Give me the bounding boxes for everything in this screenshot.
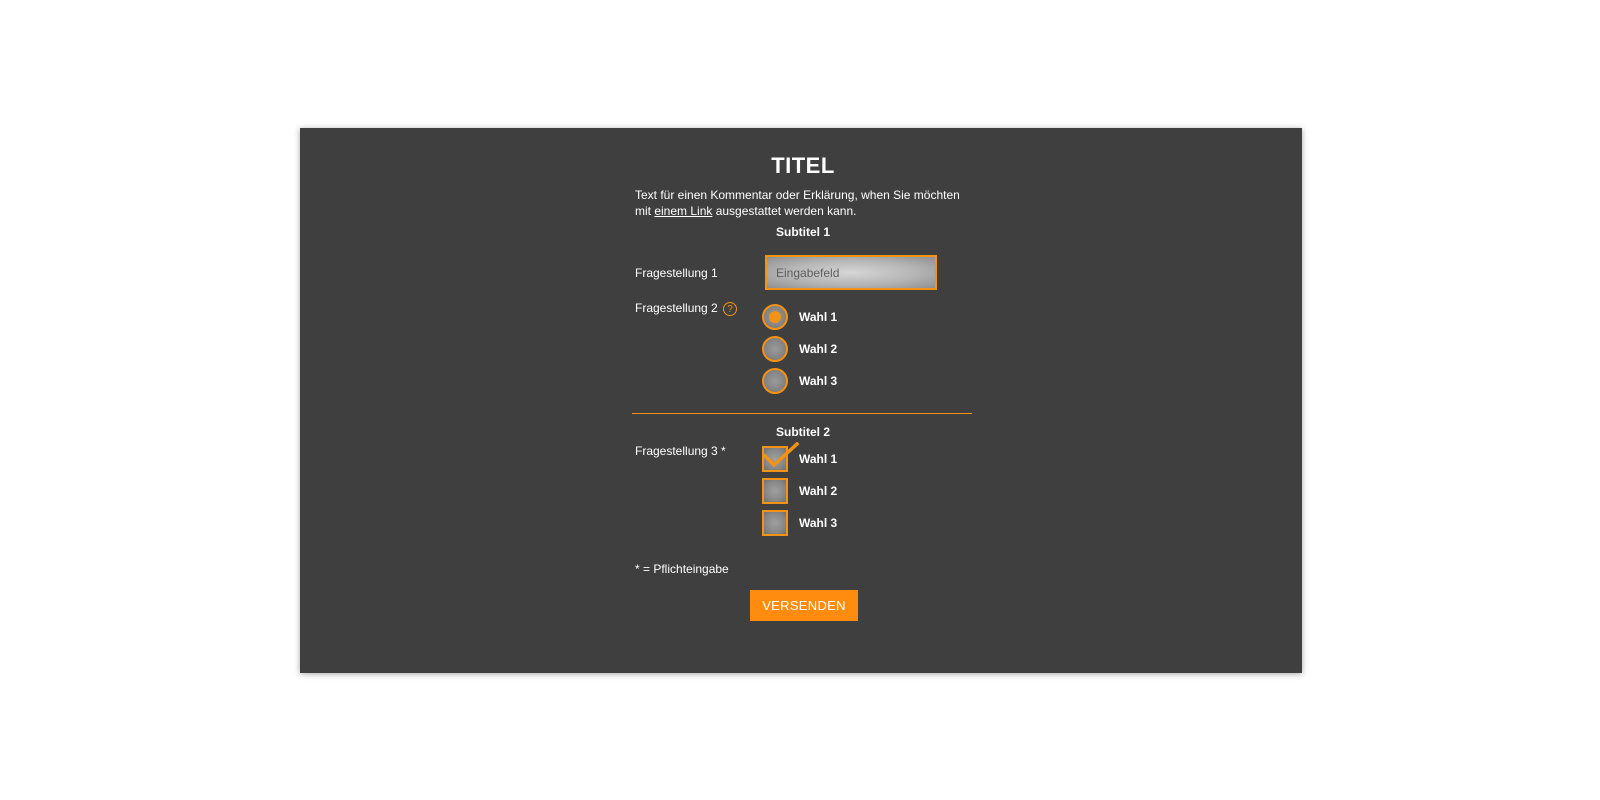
question-2-option-2-label: Wahl 2 <box>799 342 838 356</box>
required-footnote: * = Pflichteingabe <box>635 562 729 576</box>
question-2-option-2[interactable]: Wahl 2 <box>762 336 837 362</box>
question-2-option-1[interactable]: Wahl 1 <box>762 304 837 330</box>
radio-button[interactable] <box>762 368 788 394</box>
survey-form: TITEL Text für einen Kommentar oder Erkl… <box>632 128 972 673</box>
question-2-label-text: Fragestellung 2 <box>635 301 718 315</box>
checkmark-icon <box>762 442 800 468</box>
question-3-option-3-label: Wahl 3 <box>799 516 838 530</box>
question-1-label: Fragestellung 1 <box>635 266 718 280</box>
question-1-input[interactable] <box>765 255 937 290</box>
form-title: TITEL <box>771 153 835 178</box>
question-3-option-3[interactable]: Wahl 3 <box>762 510 837 536</box>
radio-button[interactable] <box>762 336 788 362</box>
question-3-label: Fragestellung 3 * <box>635 444 726 458</box>
question-2-option-3-label: Wahl 3 <box>799 374 838 388</box>
question-3-option-2[interactable]: Wahl 2 <box>762 478 837 504</box>
question-3-option-1[interactable]: Wahl 1 <box>762 442 838 472</box>
checkbox-checked[interactable] <box>762 442 800 472</box>
form-panel: TITEL Text für einen Kommentar oder Erkl… <box>300 128 1302 673</box>
question-2-option-3[interactable]: Wahl 3 <box>762 368 837 394</box>
intro-link[interactable]: einem Link <box>654 204 712 218</box>
subtitle-2: Subtitel 2 <box>775 425 830 439</box>
subtitle-1: Subtitel 1 <box>775 225 830 239</box>
question-mark-circle-icon[interactable]: ? <box>723 301 738 316</box>
question-3-option-1-label: Wahl 1 <box>799 452 838 466</box>
question-3-option-2-label: Wahl 2 <box>799 484 838 498</box>
intro-text: Text für einen Kommentar oder Erklärung,… <box>635 187 975 219</box>
submit-button[interactable]: VERSENDEN <box>750 590 858 621</box>
section-divider <box>632 413 972 414</box>
checkbox[interactable] <box>762 510 788 536</box>
intro-text-end: ausgestattet werden kann. <box>712 204 857 218</box>
question-2-option-1-label: Wahl 1 <box>799 310 838 324</box>
question-2-label: Fragestellung 2 ? <box>635 301 738 316</box>
checkbox[interactable] <box>762 478 788 504</box>
radio-button-checked[interactable] <box>762 304 788 330</box>
